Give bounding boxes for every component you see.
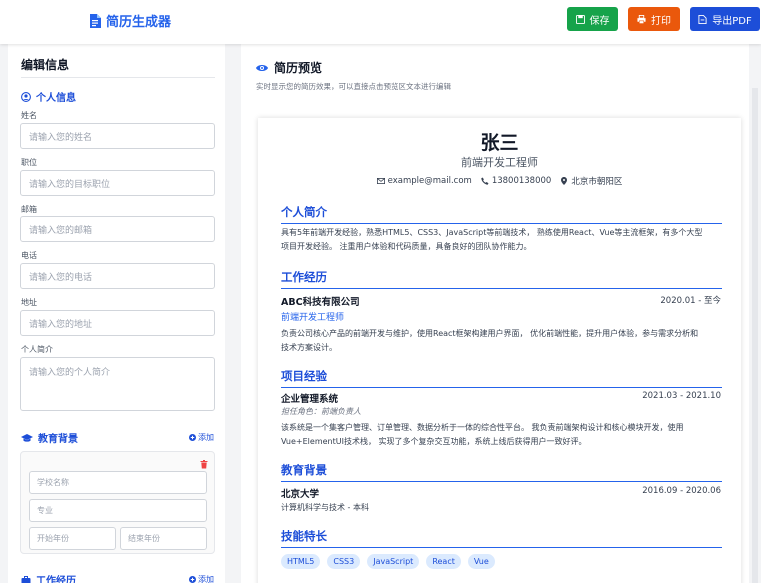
personal-info-heading: 个人信息	[21, 89, 76, 104]
skills-list: HTML5 CSS3 JavaScript React Vue	[281, 554, 495, 569]
print-label: 打印	[651, 15, 671, 27]
trash-icon[interactable]	[200, 460, 208, 469]
page-scrollbar[interactable]	[752, 88, 758, 583]
start-year-input[interactable]: 开始年份	[29, 527, 116, 550]
education-entry: 学校名称 专业 开始年份 结束年份	[20, 451, 215, 554]
summary-line-2[interactable]: 项目开发经验。 注重用户体验和代码质量，具备良好的团队协作能力。	[281, 240, 726, 254]
app-title: 简历生成器	[106, 15, 172, 30]
work-company[interactable]: ABC科技有限公司	[281, 294, 360, 308]
work-label: 工作经历	[36, 576, 76, 583]
summary-textarea[interactable]: 请输入您的个人简介	[20, 357, 215, 411]
resume-role[interactable]: 前端开发工程师	[258, 154, 741, 170]
email-text: example@mail.com	[387, 176, 472, 186]
editor-panel: 编辑信息 个人信息 姓名 请输入您的姓名 职位 请输入您的目标职位 邮箱 请输入…	[8, 44, 225, 583]
resume-name[interactable]: 张三	[258, 128, 741, 155]
major-input[interactable]: 专业	[29, 499, 207, 522]
add-work-button[interactable]: 添加	[189, 574, 214, 583]
user-circle-icon	[21, 91, 31, 102]
briefcase-icon	[21, 575, 31, 583]
education-label: 教育背景	[38, 434, 78, 445]
phone-icon	[481, 177, 489, 185]
resume-paper[interactable]: 张三 前端开发工程师 example@mail.com 13800138000 …	[258, 118, 741, 583]
eye-icon	[256, 64, 268, 71]
project-date[interactable]: 2021.03 - 2021.10	[642, 391, 721, 401]
summary-label: 个人简介	[21, 345, 53, 354]
preview-title: 简历预览	[256, 59, 322, 76]
education-heading: 教育背景	[21, 430, 78, 445]
edu-date[interactable]: 2016.09 - 2020.06	[642, 486, 721, 496]
summary-line-1[interactable]: 具有5年前端开发经验，熟悉HTML5、CSS3、JavaScript等前端技术，…	[281, 226, 726, 240]
divider	[21, 77, 215, 78]
project-name[interactable]: 企业管理系统	[281, 391, 338, 405]
graduation-cap-icon	[21, 433, 33, 442]
contact-address[interactable]: 北京市朝阳区	[560, 175, 622, 187]
save-button[interactable]: 保存	[567, 7, 618, 31]
map-pin-icon	[561, 177, 568, 185]
address-label: 地址	[21, 298, 37, 307]
top-bar: 简历生成器 保存 打印 导出PDF	[0, 0, 761, 44]
editor-title: 编辑信息	[21, 58, 70, 72]
preview-title-text: 简历预览	[274, 61, 323, 75]
add-label: 添加	[198, 433, 214, 442]
work-heading-preview: 工作经历	[281, 269, 722, 289]
export-label: 导出PDF	[712, 15, 752, 27]
preview-panel: 简历预览 实时显示您的简历效果，可以直接点击预览区文本进行编辑 张三 前端开发工…	[241, 44, 749, 583]
skill-tag[interactable]: HTML5	[281, 554, 321, 569]
plus-circle-icon	[189, 576, 196, 583]
document-icon	[90, 13, 101, 28]
printer-icon	[637, 14, 646, 24]
email-input[interactable]: 请输入您的邮箱	[20, 216, 215, 242]
project-heading: 项目经验	[281, 368, 722, 388]
pdf-icon	[698, 14, 707, 24]
skill-tag[interactable]: JavaScript	[367, 554, 420, 569]
position-label: 职位	[21, 158, 37, 167]
plus-circle-icon	[189, 434, 196, 441]
phone-text: 13800138000	[491, 176, 552, 186]
resume-contact: example@mail.com 13800138000 北京市朝阳区	[258, 175, 741, 187]
skill-tag[interactable]: Vue	[467, 554, 495, 569]
phone-label: 电话	[21, 251, 37, 260]
address-input[interactable]: 请输入您的地址	[20, 310, 215, 336]
name-label: 姓名	[21, 111, 37, 120]
skill-tag[interactable]: CSS3	[327, 554, 361, 569]
export-pdf-button[interactable]: 导出PDF	[690, 7, 760, 31]
app-logo: 简历生成器	[89, 11, 171, 30]
work-desc-line-1[interactable]: 负责公司核心产品的前端开发与维护，使用React框架构建用户界面， 优化前端性能…	[281, 327, 726, 341]
school-input[interactable]: 学校名称	[29, 471, 207, 494]
project-role[interactable]: 担任角色：前端负责人	[281, 406, 361, 417]
summary-heading: 个人简介	[281, 204, 722, 224]
work-desc-line-2[interactable]: 技术方案设计。	[281, 341, 726, 355]
project-desc-line-2[interactable]: Vue+ElementUI技术栈， 实现了多个复杂交互功能，系统上线后获得用户一…	[281, 435, 726, 449]
education-heading-preview: 教育背景	[281, 462, 722, 482]
email-label: 邮箱	[21, 205, 37, 214]
work-date[interactable]: 2020.01 - 至今	[660, 294, 721, 306]
address-text: 北京市朝阳区	[571, 177, 623, 187]
work-heading: 工作经历	[21, 572, 76, 583]
work-position[interactable]: 前端开发工程师	[281, 310, 344, 323]
skill-tag[interactable]: React	[426, 554, 461, 569]
name-input[interactable]: 请输入您的姓名	[20, 123, 215, 149]
add-label: 添加	[198, 575, 214, 583]
save-icon	[575, 14, 585, 24]
envelope-icon	[376, 177, 385, 184]
preview-subtitle: 实时显示您的简历效果，可以直接点击预览区文本进行编辑	[256, 82, 451, 91]
print-button[interactable]: 打印	[628, 7, 680, 31]
contact-email[interactable]: example@mail.com	[376, 175, 472, 187]
phone-input[interactable]: 请输入您的电话	[20, 263, 215, 289]
edu-school[interactable]: 北京大学	[281, 486, 319, 500]
position-input[interactable]: 请输入您的目标职位	[20, 170, 215, 196]
add-education-button[interactable]: 添加	[189, 432, 214, 443]
edu-major[interactable]: 计算机科学与技术 - 本科	[281, 501, 726, 515]
save-label: 保存	[589, 15, 610, 27]
personal-info-label: 个人信息	[36, 93, 76, 104]
project-desc-line-1[interactable]: 该系统是一个集客户管理、订单管理、数据分析于一体的综合性平台。 我负责前端架构设…	[281, 421, 726, 435]
contact-phone[interactable]: 13800138000	[481, 175, 552, 187]
skills-heading: 技能特长	[281, 528, 722, 548]
end-year-input[interactable]: 结束年份	[120, 527, 207, 550]
